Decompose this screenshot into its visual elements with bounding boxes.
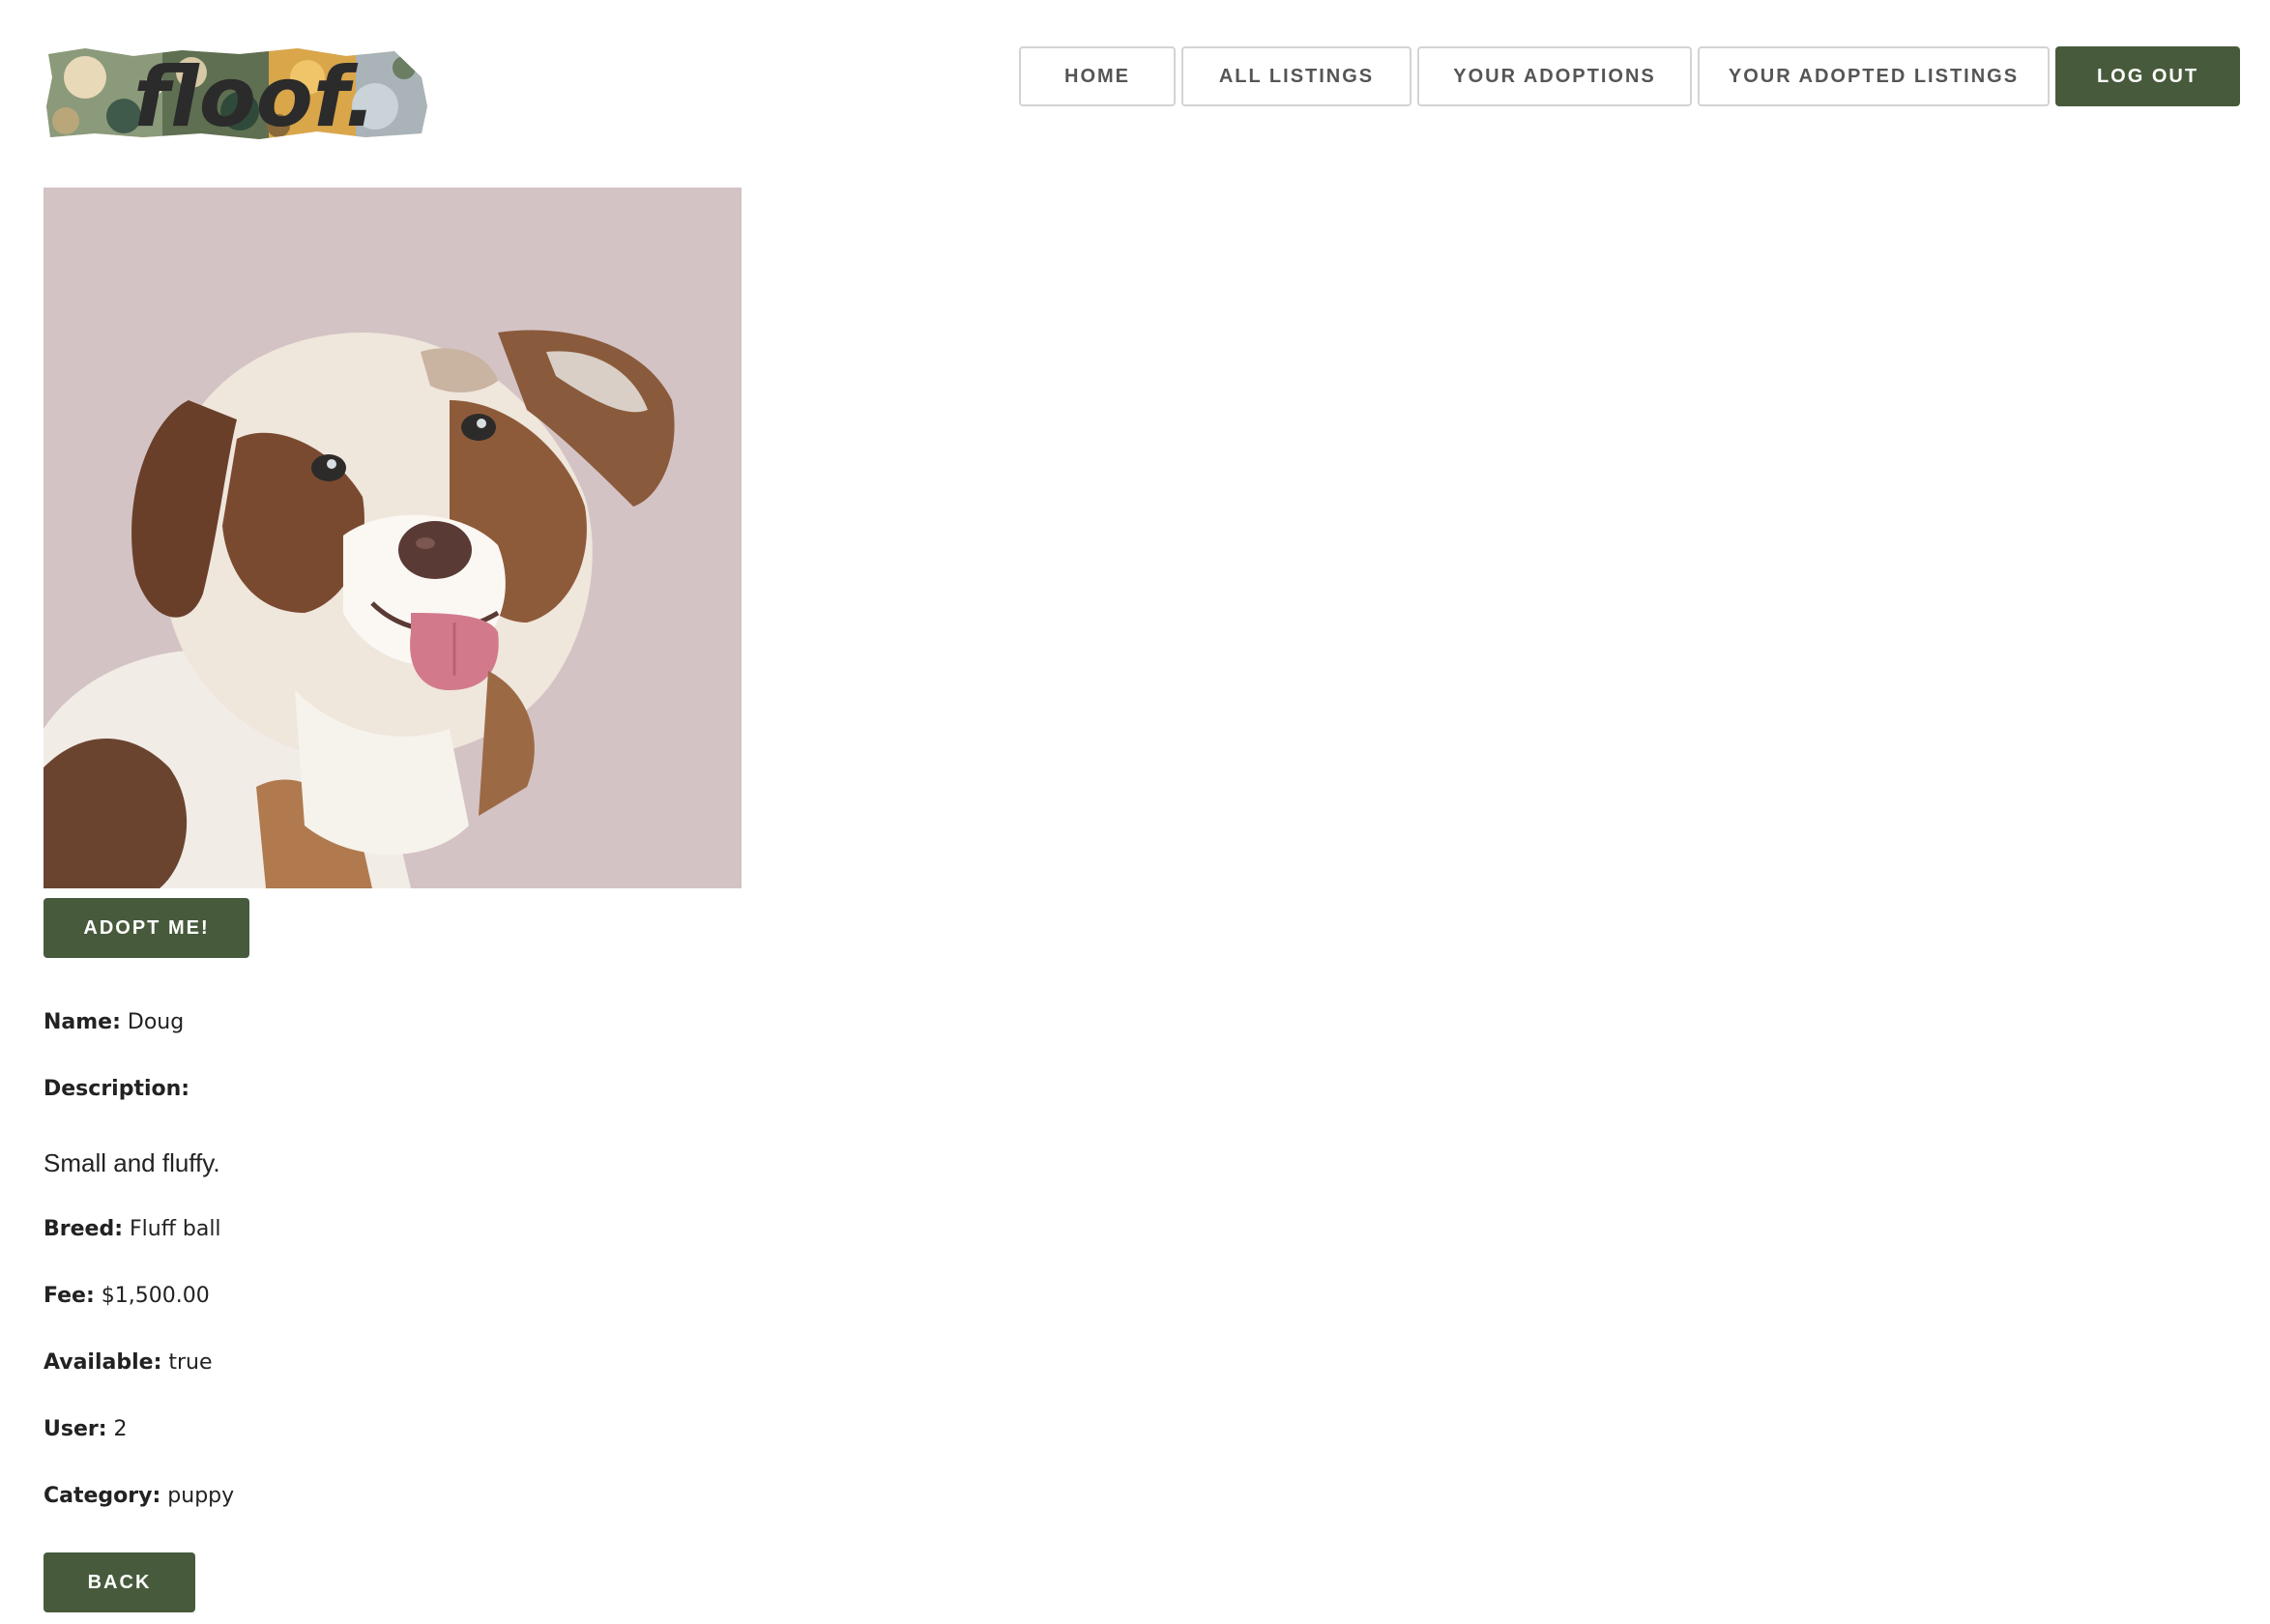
logo-text: floof. [133,49,376,139]
name-label: Name: [44,1010,121,1034]
fee-label: Fee: [44,1284,95,1308]
detail-available: Available: true [44,1350,213,1375]
detail-category: Category: puppy [44,1484,234,1508]
breed-value: Fluff ball [130,1217,221,1241]
detail-fee: Fee: $1,500.00 [44,1284,210,1308]
adopt-me-button[interactable]: ADOPT ME! [44,898,249,958]
user-label: User: [44,1417,107,1441]
detail-user: User: 2 [44,1417,128,1441]
fee-value: $1,500.00 [101,1284,210,1308]
category-label: Category: [44,1484,161,1508]
logo[interactable]: floof. [46,48,427,139]
detail-name: Name: Doug [44,1010,184,1034]
nav-your-adopted-listings-button[interactable]: YOUR ADOPTED LISTINGS [1698,46,2050,106]
nav-home-button[interactable]: HOME [1019,46,1176,106]
nav-all-listings-button[interactable]: ALL LISTINGS [1181,46,1411,106]
log-out-button[interactable]: LOG OUT [2055,46,2240,106]
name-value: Doug [127,1010,185,1034]
dog-photo-icon [44,188,742,888]
back-button[interactable]: BACK [44,1552,195,1612]
description-value: Small and fluffy. [44,1148,220,1177]
breed-label: Breed: [44,1217,124,1241]
available-label: Available: [44,1350,162,1375]
top-nav: HOME ALL LISTINGS YOUR ADOPTIONS YOUR AD… [1019,46,2240,106]
user-value: 2 [113,1417,128,1441]
nav-your-adoptions-button[interactable]: YOUR ADOPTIONS [1417,46,1692,106]
listing-photo [44,188,742,888]
category-value: puppy [167,1484,235,1508]
available-value: true [168,1350,213,1375]
detail-breed: Breed: Fluff ball [44,1217,221,1241]
detail-description: Description: [44,1077,189,1101]
description-label: Description: [44,1077,190,1101]
